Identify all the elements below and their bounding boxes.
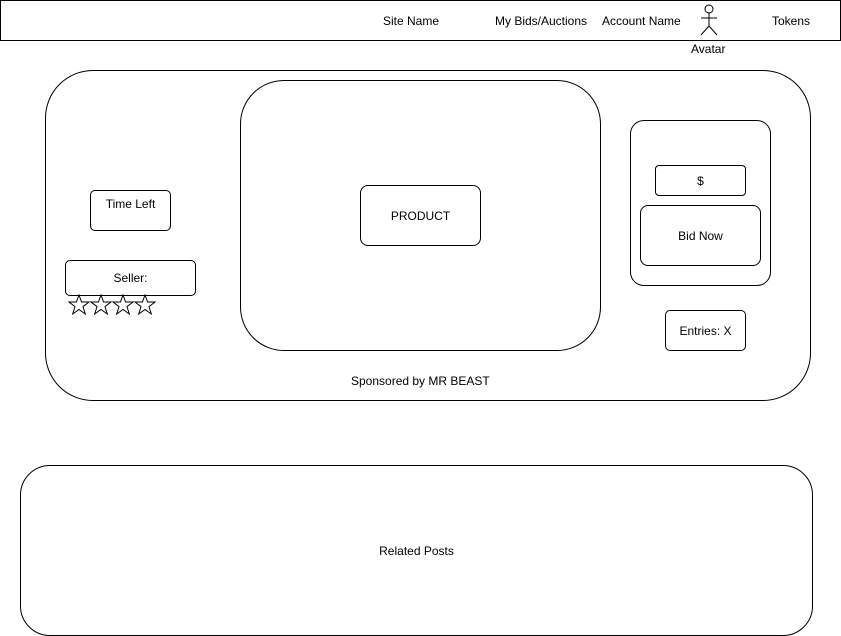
star-icon <box>68 294 90 316</box>
entries-box: Entries: X <box>665 310 746 351</box>
account-name-link[interactable]: Account Name <box>602 14 681 28</box>
product-label: PRODUCT <box>390 208 451 223</box>
bid-amount-input[interactable]: $ <box>655 165 746 196</box>
time-left-label: Time Left <box>105 197 156 211</box>
avatar-icon[interactable] <box>698 4 720 38</box>
avatar-label: Avatar <box>691 42 726 56</box>
site-name-link[interactable]: Site Name <box>383 14 439 28</box>
tokens-link[interactable]: Tokens <box>772 14 810 28</box>
sponsor-text: Sponsored by MR BEAST <box>351 374 490 388</box>
star-icon <box>90 294 112 316</box>
product-box[interactable]: PRODUCT <box>360 185 481 246</box>
related-posts-panel[interactable]: Related Posts <box>20 465 813 636</box>
seller-label: Seller: <box>113 271 148 285</box>
bid-now-label: Bid Now <box>678 228 723 243</box>
my-bids-auctions-link[interactable]: My Bids/Auctions <box>495 14 587 28</box>
dollar-sign: $ <box>697 173 704 188</box>
star-icon <box>134 294 156 316</box>
bid-now-button[interactable]: Bid Now <box>640 205 761 266</box>
time-left-box: Time Left <box>90 190 171 231</box>
entries-label: Entries: X <box>679 323 732 338</box>
star-icon <box>112 294 134 316</box>
related-posts-label: Related Posts <box>379 543 454 558</box>
seller-rating <box>68 294 156 316</box>
seller-box[interactable]: Seller: <box>65 260 196 296</box>
